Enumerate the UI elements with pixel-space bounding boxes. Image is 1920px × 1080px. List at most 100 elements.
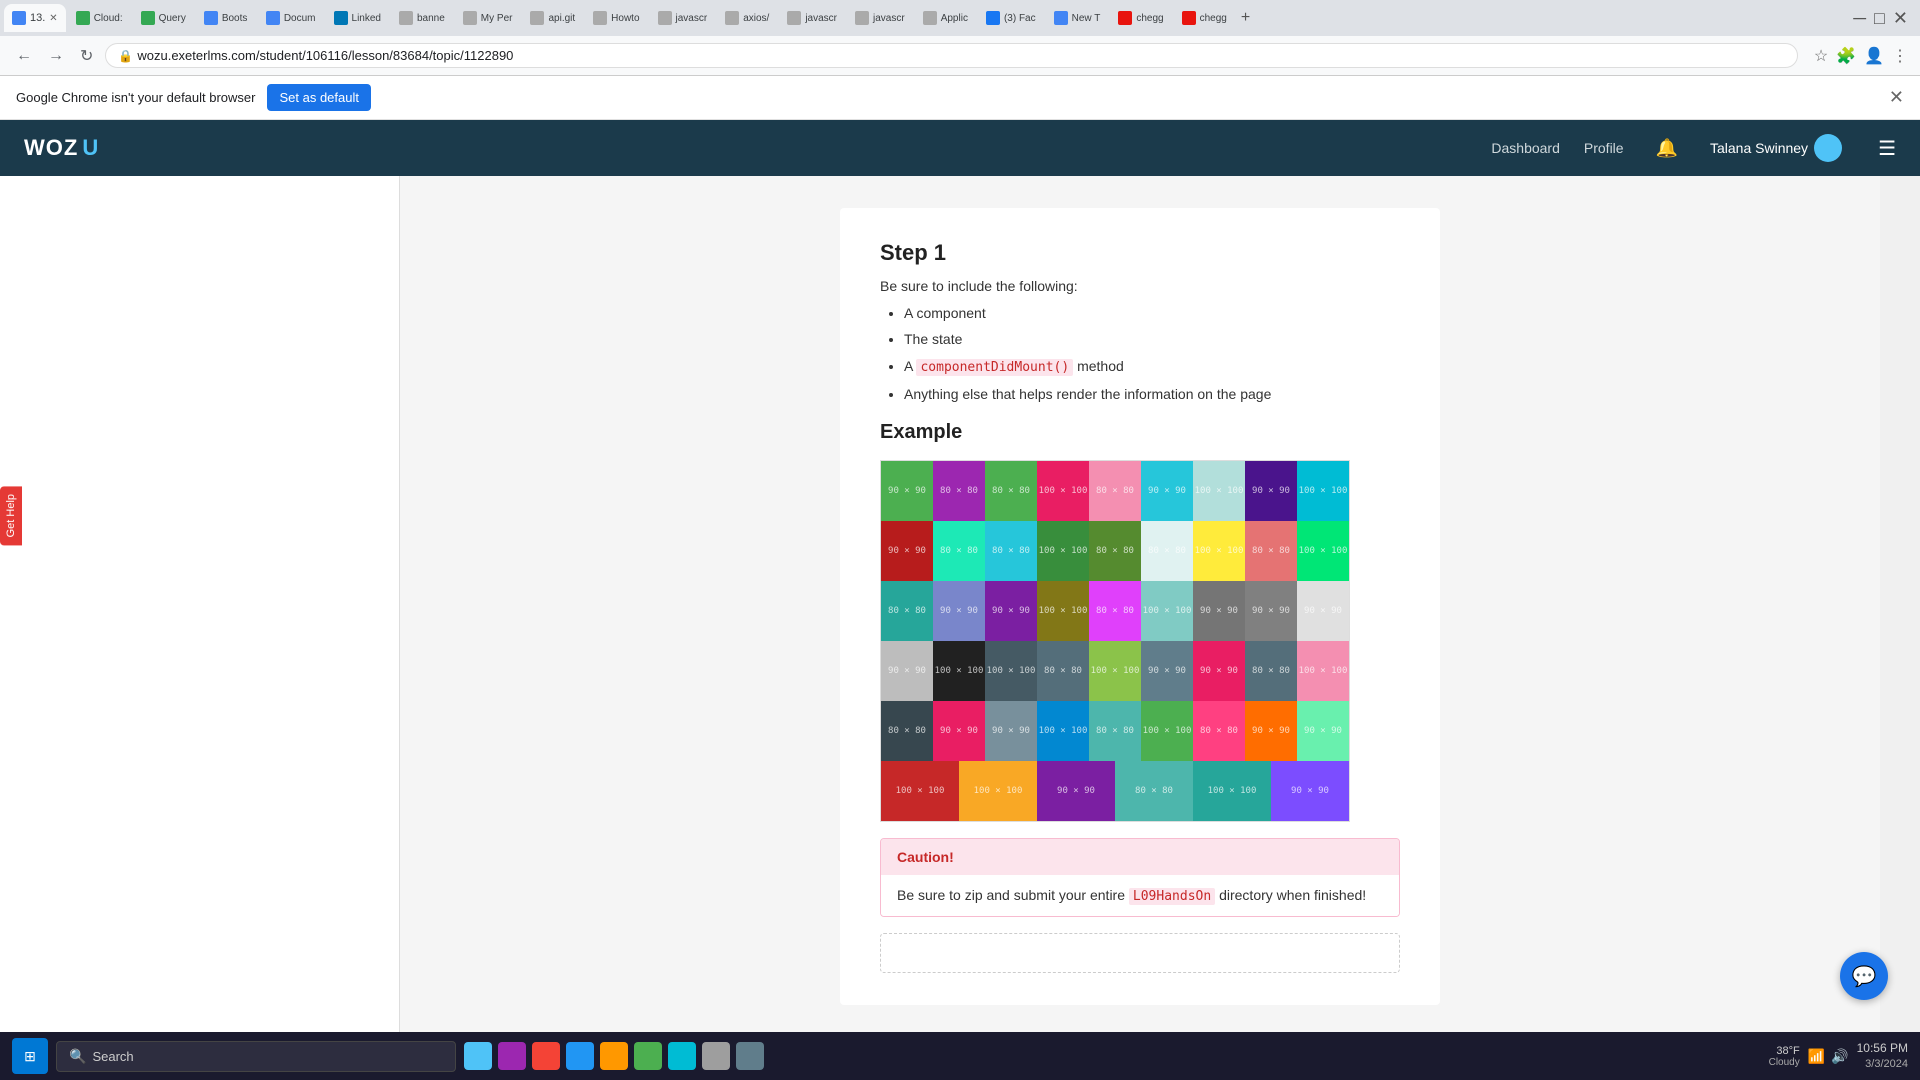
- minimize-btn[interactable]: ─: [1853, 8, 1866, 29]
- chat-fab-button[interactable]: 💬: [1840, 952, 1888, 1000]
- color-cell: 90 × 90: [1193, 581, 1245, 641]
- color-cell: 90 × 90: [933, 581, 985, 641]
- color-cell: 80 × 80: [881, 581, 933, 641]
- refresh-button[interactable]: ↻: [76, 42, 97, 70]
- tab-applic[interactable]: Applic: [915, 4, 976, 32]
- taskbar-icon-3[interactable]: [532, 1042, 560, 1070]
- color-cell: 90 × 90: [881, 521, 933, 581]
- color-cell: 90 × 90: [985, 701, 1037, 761]
- color-cell: 90 × 90: [1297, 581, 1349, 641]
- tab-boots[interactable]: Boots: [196, 4, 256, 32]
- taskbar-icon-8[interactable]: [702, 1042, 730, 1070]
- color-cell: 100 × 100: [881, 761, 959, 821]
- tab-facebook[interactable]: (3) Fac: [978, 4, 1044, 32]
- color-cell: 80 × 80: [1141, 521, 1193, 581]
- color-grid: 90 × 9080 × 8080 × 80100 × 10080 × 8090 …: [880, 460, 1350, 822]
- tab-docum[interactable]: Docum: [258, 4, 324, 32]
- forward-button[interactable]: →: [44, 43, 68, 69]
- volume-icon: 🔊: [1831, 1048, 1848, 1065]
- content-area: Step 1 Be sure to include the following:…: [400, 176, 1880, 1037]
- caution-text: Be sure to zip and submit your entire: [897, 887, 1125, 903]
- weather-temp: 38°F: [1776, 1045, 1799, 1057]
- taskbar-icon-6[interactable]: [634, 1042, 662, 1070]
- content-inner: Step 1 Be sure to include the following:…: [840, 208, 1440, 1005]
- banner-text: Google Chrome isn't your default browser: [16, 90, 255, 105]
- color-cell: 80 × 80: [985, 521, 1037, 581]
- search-icon: 🔍: [69, 1048, 86, 1065]
- tab-close-btn[interactable]: ✕: [49, 13, 57, 24]
- tab-cloud[interactable]: Cloud:: [68, 4, 131, 32]
- extensions-icon[interactable]: 🧩: [1836, 46, 1856, 66]
- color-cell: 100 × 100: [1037, 701, 1089, 761]
- color-cell: 100 × 100: [1141, 701, 1193, 761]
- tab-linked[interactable]: Linked: [326, 4, 389, 32]
- code-snippet: componentDidMount(): [916, 359, 1073, 376]
- color-cell: 80 × 80: [1089, 701, 1141, 761]
- new-tab-button[interactable]: +: [1241, 9, 1250, 27]
- tab-chegg2[interactable]: chegg: [1174, 4, 1235, 32]
- main-wrapper: Step 1 Be sure to include the following:…: [0, 176, 1920, 1037]
- tab-axios[interactable]: axios/: [717, 4, 777, 32]
- taskbar-search[interactable]: 🔍 Search: [56, 1041, 456, 1072]
- user-name: Talana Swinney: [1710, 140, 1808, 156]
- color-cell: 90 × 90: [985, 581, 1037, 641]
- star-icon[interactable]: ☆: [1814, 46, 1828, 66]
- get-help-tab[interactable]: Get Help: [0, 486, 22, 545]
- profile-icon[interactable]: 👤: [1864, 46, 1884, 66]
- back-button[interactable]: ←: [12, 43, 36, 69]
- close-btn[interactable]: ✕: [1893, 8, 1908, 29]
- menu-icon[interactable]: ⋮: [1892, 46, 1908, 66]
- notification-bell[interactable]: 🔔: [1656, 138, 1678, 159]
- search-placeholder: Search: [92, 1049, 133, 1064]
- color-cell: 100 × 100: [1193, 521, 1245, 581]
- taskbar-icon-2[interactable]: [498, 1042, 526, 1070]
- secure-icon: 🔒: [118, 49, 133, 63]
- color-cell: 90 × 90: [1141, 461, 1193, 521]
- caution-box: Caution! Be sure to zip and submit your …: [880, 838, 1400, 917]
- taskbar-icon-4[interactable]: [566, 1042, 594, 1070]
- tab-query[interactable]: Query: [133, 4, 194, 32]
- taskbar-icon-1[interactable]: [464, 1042, 492, 1070]
- address-bar: ← → ↻ 🔒 wozu.exeterlms.com/student/10611…: [0, 36, 1920, 76]
- close-banner-button[interactable]: ✕: [1889, 87, 1904, 108]
- set-default-button[interactable]: Set as default: [267, 84, 371, 111]
- active-tab[interactable]: 13. ✕: [4, 4, 66, 32]
- tab-js3[interactable]: javascr: [847, 4, 913, 32]
- url-text: wozu.exeterlms.com/student/106116/lesson…: [137, 48, 513, 63]
- maximize-btn[interactable]: □: [1874, 8, 1885, 29]
- dashboard-link[interactable]: Dashboard: [1491, 140, 1560, 156]
- clock-time: 10:56 PM: [1857, 1040, 1908, 1057]
- color-cell: 100 × 100: [1037, 521, 1089, 581]
- taskbar-pinned-icons: [464, 1042, 764, 1070]
- weather-display: 38°F Cloudy: [1769, 1045, 1800, 1068]
- tab-api[interactable]: api.git: [522, 4, 583, 32]
- tab-js1[interactable]: javascr: [650, 4, 716, 32]
- caution-body: Be sure to zip and submit your entire L0…: [881, 875, 1399, 916]
- step-intro: Be sure to include the following:: [880, 278, 1400, 294]
- list-item-method: A componentDidMount() method: [904, 355, 1400, 379]
- user-menu[interactable]: Talana Swinney: [1710, 134, 1842, 162]
- caution-header: Caution!: [881, 839, 1399, 875]
- taskbar-icon-7[interactable]: [668, 1042, 696, 1070]
- color-cell: 80 × 80: [881, 701, 933, 761]
- app-nav: WOZU Dashboard Profile 🔔 Talana Swinney …: [0, 120, 1920, 176]
- start-button[interactable]: ⊞: [12, 1038, 48, 1074]
- caution-suffix: directory when finished!: [1219, 887, 1366, 903]
- tab-howto[interactable]: Howto: [585, 4, 647, 32]
- time-display: 10:56 PM 3/3/2024: [1857, 1040, 1908, 1072]
- tab-myper[interactable]: My Per: [455, 4, 521, 32]
- taskbar-icon-5[interactable]: [600, 1042, 628, 1070]
- color-cell: 100 × 100: [1297, 641, 1349, 701]
- tab-js2[interactable]: javascr: [779, 4, 845, 32]
- tab-chegg1[interactable]: chegg: [1110, 4, 1171, 32]
- color-cell: 100 × 100: [1037, 581, 1089, 641]
- color-cell: 80 × 80: [1089, 461, 1141, 521]
- tab-banner[interactable]: banne: [391, 4, 453, 32]
- url-bar[interactable]: 🔒 wozu.exeterlms.com/student/106116/less…: [105, 43, 1797, 68]
- color-cell: 90 × 90: [933, 701, 985, 761]
- right-sidebar: [1880, 176, 1920, 1037]
- hamburger-menu[interactable]: ☰: [1878, 136, 1896, 161]
- profile-link[interactable]: Profile: [1584, 140, 1624, 156]
- taskbar-icon-9[interactable]: [736, 1042, 764, 1070]
- tab-newt[interactable]: New T: [1046, 4, 1109, 32]
